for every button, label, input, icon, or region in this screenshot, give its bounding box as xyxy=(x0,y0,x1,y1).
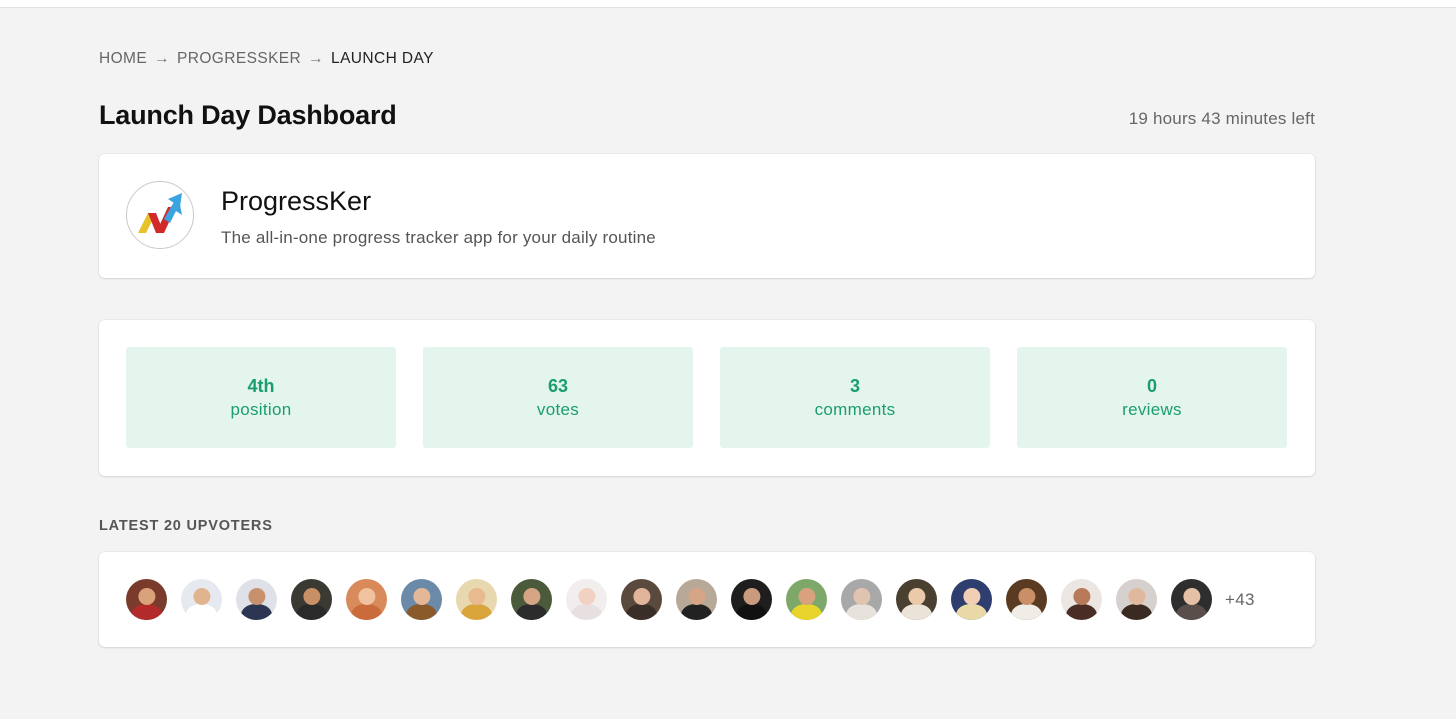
avatar[interactable] xyxy=(181,579,222,620)
product-tagline: The all-in-one progress tracker app for … xyxy=(221,228,656,247)
avatar[interactable] xyxy=(511,579,552,620)
avatar-head xyxy=(797,588,816,606)
avatar[interactable] xyxy=(896,579,937,620)
avatar-head xyxy=(412,588,431,606)
avatar-head xyxy=(357,588,376,606)
stat-label: comments xyxy=(814,399,896,419)
stat-value: 0 xyxy=(1146,375,1157,396)
avatar[interactable] xyxy=(621,579,662,620)
avatar-head xyxy=(1072,588,1091,606)
time-left: 19 hours 43 minutes left xyxy=(1128,109,1315,128)
stat-label: position xyxy=(230,399,292,419)
avatar[interactable] xyxy=(566,579,607,620)
avatar[interactable] xyxy=(126,579,167,620)
avatar[interactable] xyxy=(841,579,882,620)
avatar-body xyxy=(1010,604,1043,620)
avatar[interactable] xyxy=(1171,579,1212,620)
stat-label: votes xyxy=(536,399,580,419)
avatar-head xyxy=(1017,588,1036,606)
avatar-head xyxy=(852,588,871,606)
stat-reviews: 0 reviews xyxy=(1017,347,1287,448)
upvoters-card: +43 xyxy=(99,552,1315,647)
title-row: Launch Day Dashboard 19 hours 43 minutes… xyxy=(99,100,1315,131)
avatar-head xyxy=(302,588,321,606)
avatar-body xyxy=(845,604,878,620)
avatar-head xyxy=(742,588,761,606)
avatar-body xyxy=(790,604,823,620)
stat-comments: 3 comments xyxy=(720,347,990,448)
avatar-body xyxy=(625,604,658,620)
avatar-body xyxy=(735,604,768,620)
avatar-body xyxy=(295,604,328,620)
breadcrumb-arrow-icon: → xyxy=(154,50,171,67)
stat-value: 63 xyxy=(547,375,569,396)
stat-votes: 63 votes xyxy=(423,347,693,448)
breadcrumb-product[interactable]: PROGRESSKER xyxy=(177,50,301,68)
avatar-body xyxy=(955,604,988,620)
progressker-logo-icon xyxy=(126,181,194,249)
stat-label: reviews xyxy=(1122,399,1182,419)
stat-position: 4th position xyxy=(126,347,396,448)
avatar-body xyxy=(460,604,493,620)
avatar[interactable] xyxy=(346,579,387,620)
avatar-body xyxy=(1175,604,1208,620)
stat-value: 4th xyxy=(247,375,275,396)
avatar-head xyxy=(907,588,926,606)
more-upvoters-count[interactable]: +43 xyxy=(1225,590,1255,610)
avatar-body xyxy=(130,604,163,620)
avatar-head xyxy=(467,588,486,606)
avatar[interactable] xyxy=(676,579,717,620)
avatar-head xyxy=(687,588,706,606)
avatar[interactable] xyxy=(1116,579,1157,620)
avatar-body xyxy=(900,604,933,620)
avatar[interactable] xyxy=(1061,579,1102,620)
top-bar xyxy=(0,0,1456,8)
avatar-head xyxy=(1127,588,1146,606)
avatar-body xyxy=(240,604,273,620)
avatar-head xyxy=(247,588,266,606)
avatar[interactable] xyxy=(731,579,772,620)
avatar-head xyxy=(522,588,541,606)
avatar-body xyxy=(570,604,603,620)
avatar-body xyxy=(350,604,383,620)
avatar[interactable] xyxy=(291,579,332,620)
avatar-body xyxy=(405,604,438,620)
breadcrumb-current: LAUNCH DAY xyxy=(331,50,434,67)
product-name[interactable]: ProgressKer xyxy=(221,186,371,217)
breadcrumb-arrow-icon: → xyxy=(308,50,325,67)
avatar-head xyxy=(632,588,651,606)
avatar-body xyxy=(1065,604,1098,620)
avatar[interactable] xyxy=(236,579,277,620)
breadcrumb: HOME → PROGRESSKER → LAUNCH DAY xyxy=(99,50,434,68)
avatar-head xyxy=(192,588,211,606)
avatar-body xyxy=(1120,604,1153,620)
page-title: Launch Day Dashboard xyxy=(99,100,397,130)
upvoters-heading: LATEST 20 UPVOTERS xyxy=(99,518,273,534)
avatar[interactable] xyxy=(1006,579,1047,620)
avatar-head xyxy=(1182,588,1201,606)
product-card[interactable]: ProgressKer The all-in-one progress trac… xyxy=(99,154,1315,278)
avatar-list: +43 xyxy=(126,579,1255,620)
avatar[interactable] xyxy=(401,579,442,620)
avatar[interactable] xyxy=(456,579,497,620)
avatar-head xyxy=(577,588,596,606)
stats-card: 4th position 63 votes 3 comments 0 revie… xyxy=(99,320,1315,476)
avatar[interactable] xyxy=(786,579,827,620)
avatar-head xyxy=(137,588,156,606)
stat-value: 3 xyxy=(849,375,860,396)
avatar-head xyxy=(962,588,981,606)
breadcrumb-home[interactable]: HOME xyxy=(99,50,147,68)
avatar-body xyxy=(515,604,548,620)
avatar-body xyxy=(680,604,713,620)
avatar[interactable] xyxy=(951,579,992,620)
avatar-body xyxy=(185,604,218,620)
